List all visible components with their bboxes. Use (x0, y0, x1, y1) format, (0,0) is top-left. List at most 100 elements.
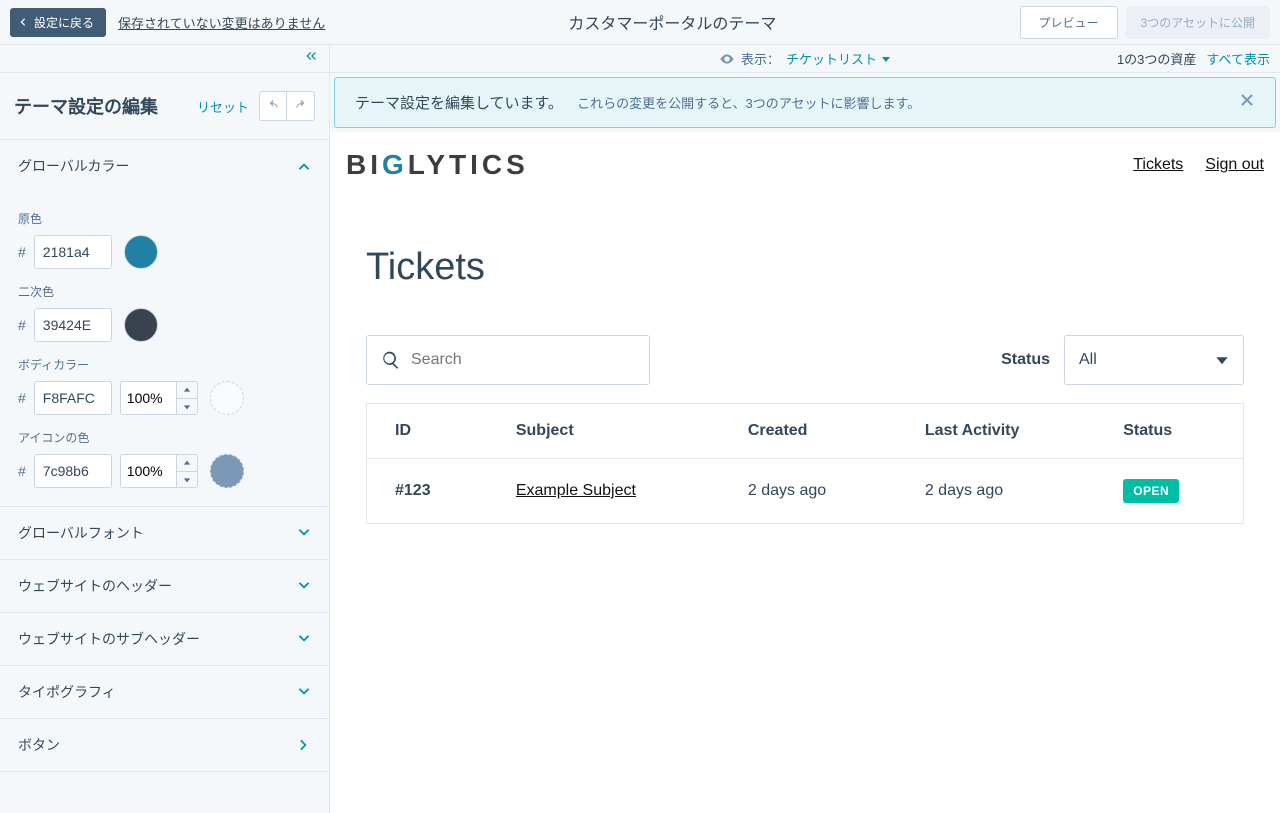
section-header-typography[interactable]: タイポグラフィ (0, 666, 329, 718)
col-subject: Subject (488, 404, 720, 459)
view-label: 表示： (741, 49, 780, 68)
publish-button: 3つのアセットに公開 (1126, 6, 1270, 39)
chevron-right-icon (297, 738, 311, 752)
col-status: Status (1095, 404, 1243, 459)
view-selector-row: 表示： チケットリスト 1の3つの資産 すべて表示 (330, 45, 1280, 73)
preview-header: BIGLYTICS Tickets Sign out (330, 132, 1280, 186)
unsaved-changes-link[interactable]: 保存されていない変更はありません (118, 13, 325, 32)
section-header-button[interactable]: ボタン (0, 719, 329, 771)
col-created: Created (720, 404, 897, 459)
status-label: Status (1001, 351, 1050, 369)
color-swatch-primary[interactable] (124, 235, 158, 269)
section-body-global-color: 原色 # 二次色 # (0, 192, 329, 506)
stepper-down-icon[interactable] (176, 471, 198, 488)
back-label: 設定に戻る (34, 14, 94, 31)
chevron-down-icon (297, 526, 311, 540)
chevron-down-icon (297, 579, 311, 593)
section-title: グローバルフォント (18, 523, 144, 543)
cell-id: #123 (367, 459, 488, 524)
chevron-down-icon (297, 632, 311, 646)
stepper-down-icon[interactable] (176, 398, 198, 415)
preview-body: Tickets Status All (330, 186, 1280, 564)
col-last-activity: Last Activity (897, 404, 1095, 459)
color-label: 原色 (18, 210, 311, 227)
logo-glyph-icon: G (382, 149, 408, 181)
subject-link[interactable]: Example Subject (516, 482, 636, 499)
color-label: アイコンの色 (18, 429, 311, 446)
hash-symbol: # (18, 317, 26, 333)
section-header-website-header[interactable]: ウェブサイトのヘッダー (0, 560, 329, 612)
status-filter: Status All (1001, 335, 1244, 385)
theme-settings-sidebar: テーマ設定の編集 リセット グローバルカラー 原色 # (0, 45, 330, 813)
color-field-secondary: 二次色 # (18, 283, 311, 342)
search-icon (381, 350, 401, 370)
banner-close-icon[interactable] (1239, 92, 1255, 113)
page-title: カスタマーポータルのテーマ (568, 10, 776, 34)
caret-down-icon (1215, 353, 1229, 367)
sidebar-heading: テーマ設定の編集 (14, 93, 158, 119)
preview-page-title: Tickets (366, 246, 1244, 289)
chevron-left-icon (18, 17, 28, 27)
topbar-right: プレビュー 3つのアセットに公開 (1020, 6, 1270, 39)
section-global-color: グローバルカラー 原色 # 二次色 # (0, 140, 329, 507)
search-input[interactable] (411, 351, 635, 369)
undo-button[interactable] (259, 91, 287, 121)
hex-input-body[interactable] (34, 381, 112, 415)
preview-button[interactable]: プレビュー (1020, 6, 1118, 39)
nav-signout-link[interactable]: Sign out (1205, 156, 1264, 174)
color-swatch-secondary[interactable] (124, 308, 158, 342)
show-all-link[interactable]: すべて表示 (1206, 49, 1270, 68)
stepper-up-icon[interactable] (176, 381, 198, 398)
color-field-primary: 原色 # (18, 210, 311, 269)
section-title: ウェブサイトのヘッダー (18, 576, 172, 596)
preview-nav: Tickets Sign out (1133, 156, 1264, 174)
preview-toolbar: Status All (366, 335, 1244, 385)
undo-redo-group (259, 91, 315, 121)
asset-info: 1の3つの資産 すべて表示 (1117, 49, 1270, 68)
banner-subtext: これらの変更を公開すると、3つのアセットに影響します。 (577, 93, 920, 112)
table-header-row: ID Subject Created Last Activity Status (367, 404, 1244, 459)
back-to-settings-button[interactable]: 設定に戻る (10, 8, 106, 37)
section-title: タイポグラフィ (18, 682, 116, 702)
redo-button[interactable] (287, 91, 315, 121)
main-area: 表示： チケットリスト 1の3つの資産 すべて表示 テーマ設定を編集しています。… (330, 45, 1280, 813)
color-swatch-body[interactable] (210, 381, 244, 415)
hash-symbol: # (18, 244, 26, 260)
section-header-global-color[interactable]: グローバルカラー (0, 140, 329, 192)
editing-banner: テーマ設定を編集しています。 これらの変更を公開すると、3つのアセットに影響しま… (334, 77, 1276, 128)
view-select[interactable]: チケットリスト (786, 49, 891, 68)
chevron-down-icon (297, 685, 311, 699)
search-wrap (366, 335, 650, 385)
section-header-website-subheader[interactable]: ウェブサイトのサブヘッダー (0, 613, 329, 665)
section-website-subheader: ウェブサイトのサブヘッダー (0, 613, 329, 666)
cell-last: 2 days ago (897, 459, 1095, 524)
hex-input-secondary[interactable] (34, 308, 112, 342)
color-swatch-icon[interactable] (210, 454, 244, 488)
section-title: グローバルカラー (18, 156, 129, 176)
section-title: ボタン (18, 735, 60, 755)
nav-tickets-link[interactable]: Tickets (1133, 156, 1183, 174)
hash-symbol: # (18, 463, 26, 479)
color-field-icon: アイコンの色 # (18, 429, 311, 488)
tickets-table: ID Subject Created Last Activity Status … (366, 403, 1244, 524)
cell-subject: Example Subject (488, 459, 720, 524)
opacity-input-icon[interactable] (120, 454, 176, 488)
stepper-up-icon[interactable] (176, 454, 198, 471)
view-select-value: チケットリスト (786, 49, 877, 68)
asset-count: 1の3つの資産 (1117, 49, 1196, 68)
color-label: 二次色 (18, 283, 311, 300)
chevron-up-icon (297, 159, 311, 173)
reset-button[interactable]: リセット (197, 97, 249, 116)
hex-input-primary[interactable] (34, 235, 112, 269)
section-global-font: グローバルフォント (0, 507, 329, 560)
hex-input-icon[interactable] (34, 454, 112, 488)
opacity-input-body[interactable] (120, 381, 176, 415)
collapse-sidebar-icon[interactable] (303, 48, 319, 69)
section-header-global-font[interactable]: グローバルフォント (0, 507, 329, 559)
table-row[interactable]: #123 Example Subject 2 days ago 2 days a… (367, 459, 1244, 524)
opacity-stepper-icon (176, 454, 198, 488)
cell-created: 2 days ago (720, 459, 897, 524)
status-select[interactable]: All (1064, 335, 1244, 385)
banner-headline: テーマ設定を編集しています。 (355, 92, 563, 113)
color-label: ボディカラー (18, 356, 311, 373)
